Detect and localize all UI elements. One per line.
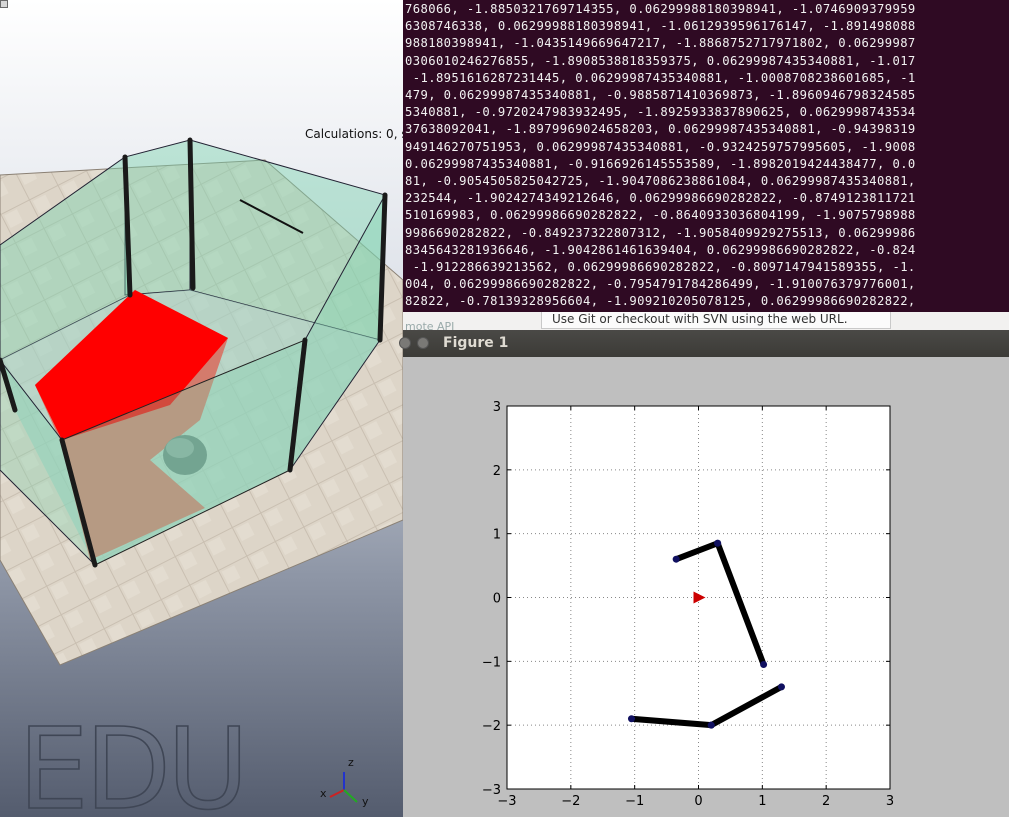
- terminal-line: 510169983, 0.06299986690282822, -0.86409…: [405, 208, 916, 223]
- faded-text: mote API: [405, 320, 455, 330]
- y-tick-label: 3: [493, 400, 501, 415]
- x-tick-label: 2: [822, 794, 830, 809]
- axis-label-x: x: [320, 787, 327, 800]
- figure-window: Figure 1 −3 3 −2 2 −1 1 0 0 1 −1 2 −2 3 −3: [399, 330, 1009, 817]
- calculations-label: Calculations: 0, s: [305, 127, 408, 141]
- window-title: Figure 1: [443, 335, 509, 351]
- scan-endpoint: [714, 539, 722, 547]
- terminal-line: 82822, -0.78139328956604, -1.90921020507…: [405, 294, 916, 309]
- scan-endpoint: [707, 721, 715, 729]
- terminal-output[interactable]: 768066, -1.8850321769714355, 0.062999881…: [403, 0, 1009, 312]
- scan-endpoint: [672, 555, 680, 563]
- terminal-line: 0306010246276855, -1.8908538818359375, 0…: [405, 53, 916, 68]
- x-tick-label: 3: [886, 794, 894, 809]
- x-tick-label: 1: [758, 794, 766, 809]
- terminal-line: -1.912286639213562, 0.06299986690282822,…: [405, 260, 916, 274]
- terminal-line: 6308746338, 0.06299988180398941, -1.0612…: [405, 19, 916, 34]
- terminal-line: 5340881, -0.9720247983932495, -1.8925933…: [405, 105, 916, 120]
- terminal-line: 479, 0.06299987435340881, -0.98858714103…: [405, 88, 916, 102]
- terminal-line: 004, 0.06299986690282822, -0.79547917842…: [405, 277, 916, 292]
- axis-label-z: z: [348, 756, 354, 769]
- terminal-line: 9986690282822, -0.849237322807312, -1.90…: [405, 225, 916, 240]
- y-tick-label: −1: [482, 655, 501, 670]
- plot-canvas[interactable]: −33−22−11001−12−23−3: [403, 357, 1009, 817]
- terminal-line: 988180398941, -1.0435149669647217, -1.88…: [405, 36, 916, 51]
- x-tick-label: −2: [561, 794, 580, 809]
- terminal-line: 8345643281936646, -1.9042861461639404, 0…: [405, 242, 916, 257]
- browser-strip: mote API Use Git or checkout with SVN us…: [403, 312, 1009, 330]
- terminal-line: 768066, -1.8850321769714355, 0.062999881…: [405, 2, 916, 16]
- terminal-line: -1.8951616287231445, 0.06299987435340881…: [405, 70, 916, 85]
- terminal-line: 232544, -1.9024274349212646, 0.062999866…: [405, 191, 916, 206]
- close-icon[interactable]: [399, 337, 411, 349]
- wall-back: [124, 139, 191, 296]
- scan-endpoint: [627, 715, 635, 723]
- simulator-viewport[interactable]: EDU z x y: [0, 0, 403, 817]
- terminal-line: 949146270751953, 0.06299987435340881, -0…: [405, 139, 916, 154]
- y-tick-label: 2: [493, 464, 501, 479]
- minimize-icon[interactable]: [417, 337, 429, 349]
- x-tick-label: 0: [694, 794, 702, 809]
- y-tick-label: 1: [493, 528, 501, 543]
- terminal-line: 81, -0.9054505825042725, -1.904708623886…: [405, 174, 916, 188]
- tooltip: Use Git or checkout with SVN using the w…: [541, 312, 891, 329]
- y-tick-label: −3: [482, 783, 501, 798]
- axis-label-y: y: [362, 795, 369, 808]
- y-tick-label: 0: [493, 592, 501, 607]
- window-menu-icon[interactable]: [0, 0, 8, 8]
- terminal-line: 0.06299987435340881, -0.9166926145553589…: [405, 156, 916, 171]
- scan-endpoint: [777, 683, 785, 691]
- window-titlebar[interactable]: Figure 1: [399, 330, 1009, 357]
- edu-watermark: EDU: [18, 705, 245, 817]
- simulator-scene: EDU z x y: [0, 0, 403, 817]
- y-tick-label: −2: [482, 719, 501, 734]
- terminal-line: 37638092041, -1.8979969024658203, 0.0629…: [405, 122, 916, 137]
- scan-endpoint: [760, 661, 768, 669]
- x-tick-label: −1: [625, 794, 644, 809]
